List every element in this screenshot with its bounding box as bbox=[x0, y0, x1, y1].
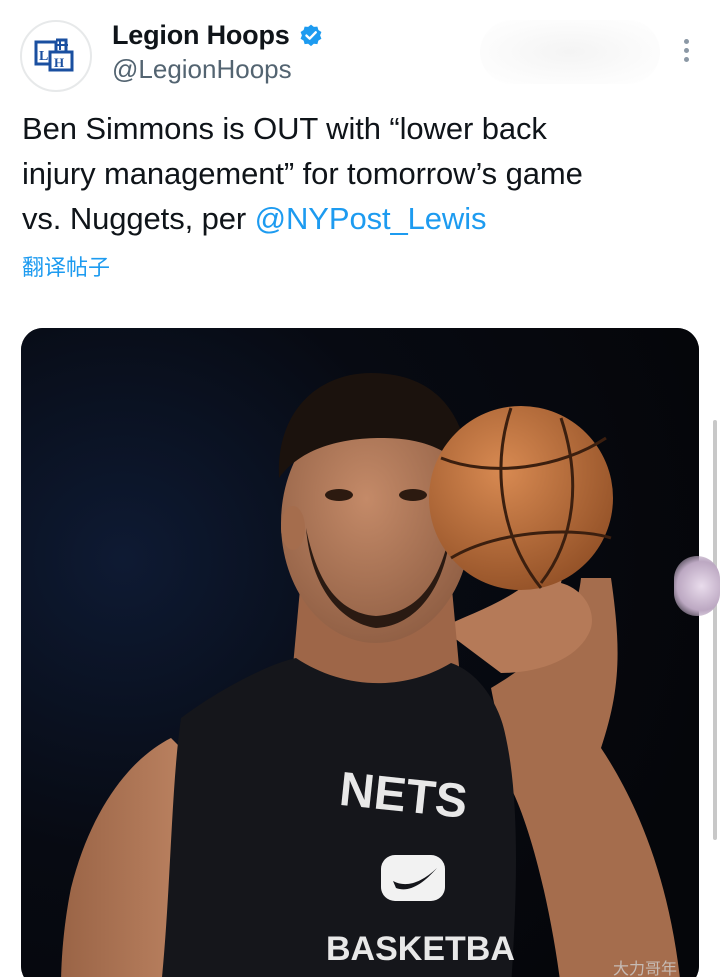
svg-text:H: H bbox=[54, 55, 64, 70]
watermark-text: 大力哥年 bbox=[613, 959, 677, 977]
floating-button[interactable] bbox=[674, 556, 720, 616]
tweet-card: L H Legion Hoops @LegionHoops Ben Simmon… bbox=[0, 0, 720, 977]
display-name[interactable]: Legion Hoops bbox=[112, 20, 290, 51]
tweet-text-line: injury management” for tomorrow’s game bbox=[22, 156, 583, 191]
follow-area bbox=[480, 20, 660, 84]
tweet-text-line: vs. Nuggets, per @NYPost_Lewis bbox=[22, 196, 702, 241]
tweet-text-line: Ben Simmons is OUT with “lower back bbox=[22, 111, 547, 146]
legion-hoops-logo-icon: L H bbox=[23, 23, 89, 89]
tweet-text: Ben Simmons is OUT with “lower back inju… bbox=[22, 106, 702, 241]
mention-link[interactable]: @NYPost_Lewis bbox=[255, 201, 487, 236]
handle[interactable]: @LegionHoops bbox=[112, 54, 292, 85]
nike-logo-icon bbox=[381, 855, 445, 901]
svg-text:L: L bbox=[39, 49, 48, 64]
scrollbar[interactable] bbox=[713, 420, 717, 840]
jersey-bottom-text: BASKETBA bbox=[326, 930, 515, 968]
tweet-header: L H Legion Hoops @LegionHoops bbox=[20, 18, 710, 93]
verified-badge-icon bbox=[300, 24, 321, 46]
tweet-text-segment: vs. Nuggets, per bbox=[22, 201, 255, 236]
translate-post-link[interactable]: 翻译帖子 bbox=[22, 250, 110, 282]
more-options-icon[interactable] bbox=[674, 30, 698, 70]
tweet-media-photo[interactable]: NETS BASKETBA 大力哥年 bbox=[21, 328, 699, 977]
avatar[interactable]: L H bbox=[20, 20, 92, 92]
player-photo: NETS BASKETBA 大力哥年 bbox=[21, 328, 699, 977]
name-row: Legion Hoops bbox=[112, 20, 324, 51]
basketball bbox=[429, 406, 613, 590]
